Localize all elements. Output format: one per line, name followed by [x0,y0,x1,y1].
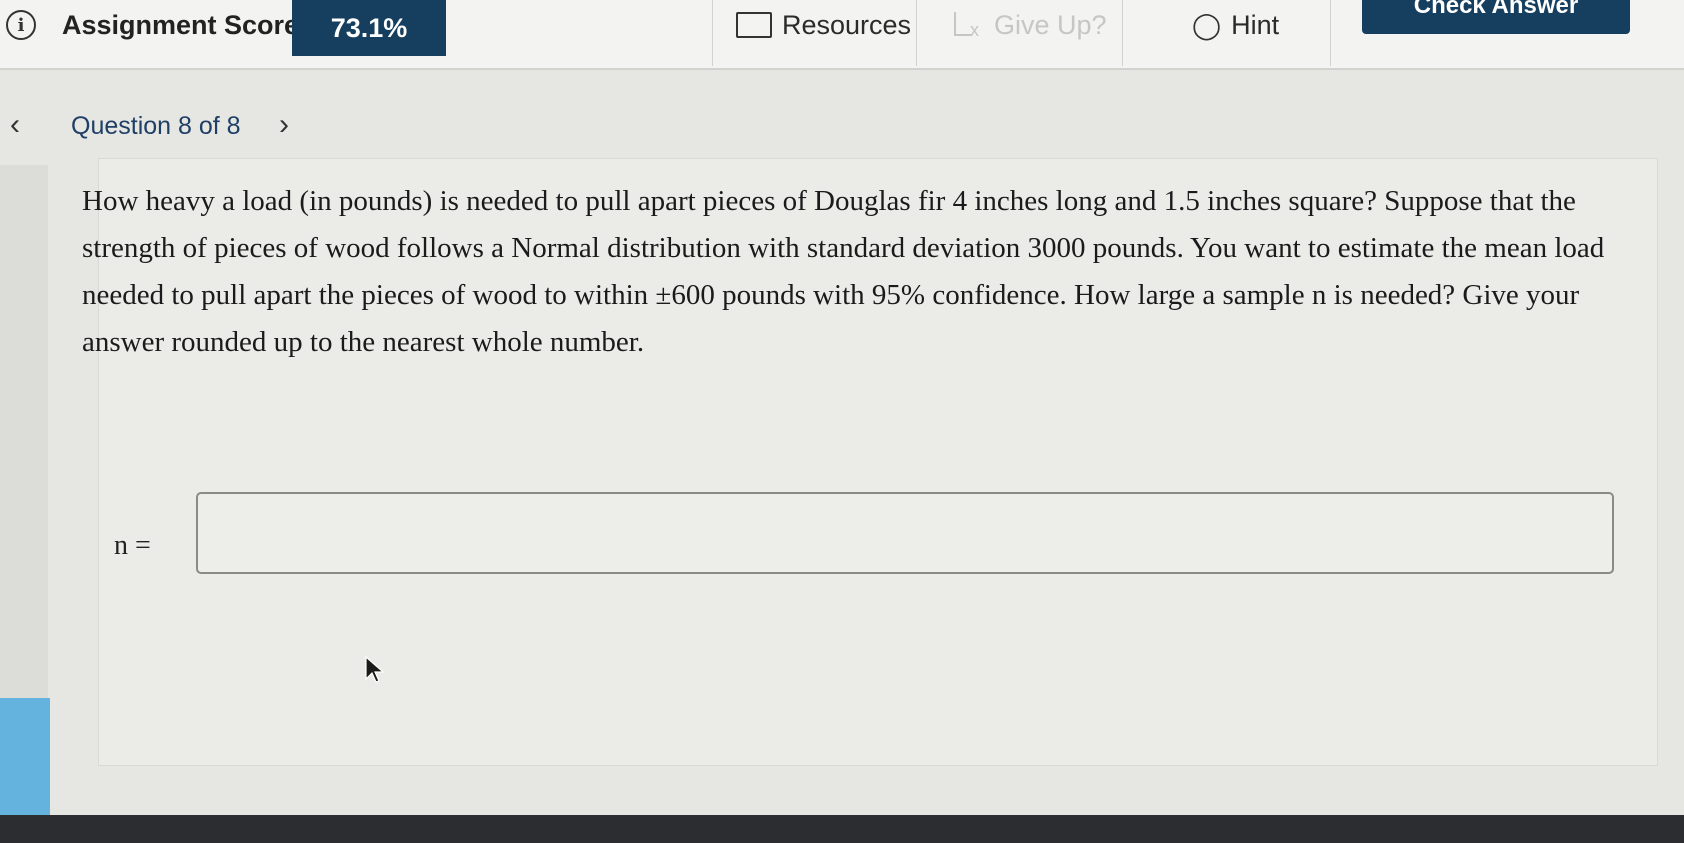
toolbar-divider [1330,0,1331,66]
folder-icon [736,12,772,38]
answer-label: n = [114,530,151,561]
chevron-left-icon[interactable]: ‹ [10,108,20,142]
toolbar-divider [1122,0,1123,66]
check-answer-button[interactable]: Check Answer [1362,0,1630,34]
give-up-icon: x [950,10,984,40]
question-navigation: ‹ Question 8 of 8 › [0,100,1684,150]
mouse-pointer-icon [365,655,385,683]
chevron-right-icon[interactable]: › [279,108,289,142]
left-accent-bar [0,698,50,816]
toolbar-divider [916,0,917,66]
give-up-label: Give Up? [994,9,1107,40]
resources-label: Resources [782,9,912,40]
lightbulb-icon: ◯ [1192,9,1222,40]
hint-button[interactable]: ◯ Hint [1192,0,1279,50]
give-up-button[interactable]: x Give Up? [950,0,1107,50]
question-text: How heavy a load (in pounds) is needed t… [82,185,1605,358]
screen-bezel [0,815,1684,843]
toolbar-divider [712,0,713,66]
answer-input[interactable] [196,492,1614,574]
resources-button[interactable]: Resources [736,0,911,50]
top-toolbar: i Assignment Score: 73.1% Resources x Gi… [0,0,1684,70]
check-answer-label: Check Answer [1413,0,1579,19]
assignment-score-label: Assignment Score: [62,10,309,40]
assignment-score-value: 73.1% [292,0,446,56]
hint-label: Hint [1231,9,1280,40]
question-counter: Question 8 of 8 [71,112,241,140]
info-icon[interactable]: i [6,10,36,40]
